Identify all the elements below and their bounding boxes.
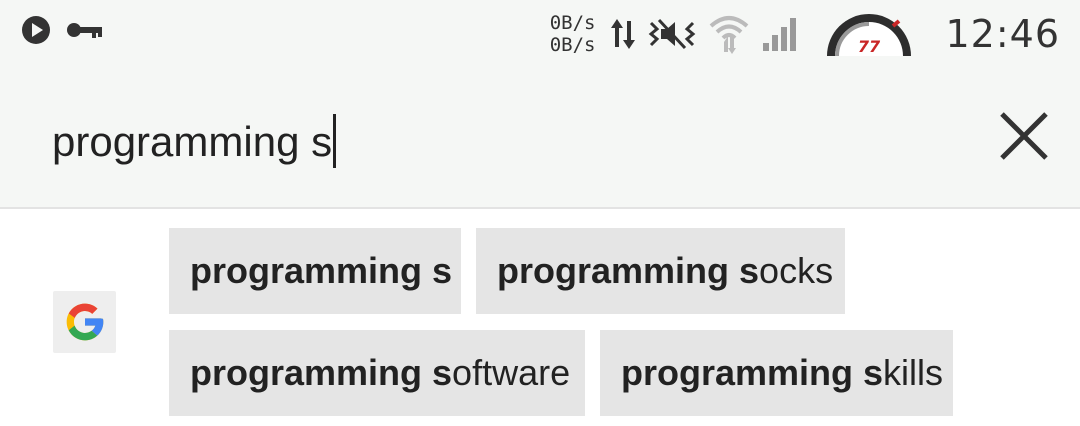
cell-signal-icon [761,15,801,53]
vibrate-mute-icon [647,17,697,51]
status-bar: 0B/s 0B/s 77 12:46 [0,0,1080,68]
text-cursor [333,114,337,168]
suggestion-chip[interactable]: programming s [169,228,461,314]
play-icon [20,14,52,51]
key-icon [66,20,104,45]
suggestion-rest-text: kills [883,352,944,393]
speed-meter-icon: 77 [823,12,915,56]
close-icon [1000,112,1048,160]
suggestion-bold-text: programming s [497,250,760,291]
network-speed: 0B/s 0B/s [550,12,596,56]
search-input[interactable]: programming s [52,114,337,168]
suggestion-rest-text: oftware [452,352,571,393]
net-down-speed: 0B/s [549,34,596,56]
search-divider [0,207,1080,209]
data-transfer-icon [611,17,636,51]
speed-meter-value: 77 [858,37,881,56]
suggestion-chip[interactable]: programming s kills [600,330,953,416]
google-g-icon [53,291,116,353]
search-bar: programming s [0,68,1080,208]
suggestion-chip[interactable]: programming s ocks [476,228,845,314]
status-right-icons: 0B/s 0B/s 77 12:46 [550,0,1060,68]
search-query-text: programming s [52,118,333,165]
net-up-speed: 0B/s [549,12,596,34]
suggestion-rest-text: ocks [759,250,834,291]
status-left-icons [20,14,104,51]
wifi-icon [709,14,749,54]
clock: 12:46 [945,12,1060,56]
suggestion-chip[interactable]: programming s oftware [169,330,585,416]
suggestion-bold-text: programming s [621,352,884,393]
suggestion-bold-text: programming s [190,352,453,393]
clear-search-button[interactable] [996,108,1052,164]
suggestion-bold-text: programming s [190,250,453,291]
